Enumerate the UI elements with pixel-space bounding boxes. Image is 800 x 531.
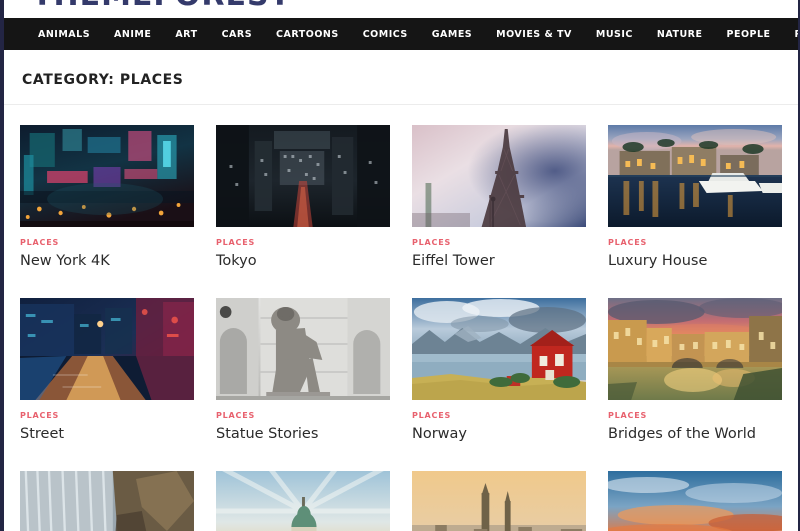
post-title[interactable]: Tokyo — [216, 252, 390, 270]
nav-item-people[interactable]: PEOPLE — [715, 20, 783, 49]
post-thumbnail-new-york-4k[interactable] — [20, 125, 194, 227]
post-title[interactable]: New York 4K — [20, 252, 194, 270]
post-grid: PLACES New York 4K PLACES Tokyo PLACES E… — [4, 105, 798, 531]
post-category[interactable]: PLACES — [608, 411, 782, 420]
post-thumbnail-norway[interactable] — [412, 298, 586, 401]
post-thumbnail-tokyo[interactable] — [216, 125, 390, 227]
post-thumbnail-cathedral-dome[interactable] — [216, 471, 390, 531]
post-card: PLACES Bridges of the World — [608, 298, 782, 443]
post-thumbnail-eiffel-tower[interactable] — [412, 125, 586, 227]
post-title[interactable]: Luxury House — [608, 252, 782, 270]
nav-item-comics[interactable]: COMICS — [351, 20, 420, 49]
post-thumbnail-orange-sunset[interactable]: .com — [608, 471, 782, 531]
post-card: PLACES Eiffel Tower — [412, 125, 586, 270]
post-title[interactable]: Street — [20, 425, 194, 443]
nav-item-cartoons[interactable]: CARTOONS — [264, 20, 351, 49]
nav-item-art[interactable]: ART — [163, 20, 209, 49]
nav-item-places[interactable]: PLACES — [783, 20, 798, 49]
post-card — [216, 471, 390, 531]
post-thumbnail-statue-stories[interactable] — [216, 298, 390, 401]
page-root: THEMEFOREST ANIMALS ANIME ART CARS CARTO… — [0, 0, 800, 531]
nav-item-anime[interactable]: ANIME — [102, 20, 163, 49]
post-title[interactable]: Eiffel Tower — [412, 252, 586, 270]
post-category[interactable]: PLACES — [412, 238, 586, 247]
category-header: CATEGORY: PLACES — [4, 50, 798, 105]
post-thumbnail-luxury-house[interactable] — [608, 125, 782, 227]
post-card: PLACES Street — [20, 298, 194, 443]
post-card: PLACES Norway — [412, 298, 586, 443]
post-category[interactable]: PLACES — [216, 411, 390, 420]
post-card — [412, 471, 586, 531]
nav-item-movies-tv[interactable]: MOVIES & TV — [484, 20, 584, 49]
site-logo[interactable]: THEMEFOREST — [32, 0, 291, 13]
site-logo-bar: THEMEFOREST — [4, 0, 798, 18]
post-card: PLACES Luxury House — [608, 125, 782, 270]
post-title[interactable]: Bridges of the World — [608, 425, 782, 443]
nav-item-music[interactable]: MUSIC — [584, 20, 645, 49]
post-card: PLACES Tokyo — [216, 125, 390, 270]
post-card: PLACES New York 4K — [20, 125, 194, 270]
post-category[interactable]: PLACES — [20, 411, 194, 420]
nav-item-nature[interactable]: NATURE — [645, 20, 715, 49]
post-category[interactable]: PLACES — [412, 411, 586, 420]
post-card: .com — [608, 471, 782, 531]
post-thumbnail-bridges-of-the-world[interactable] — [608, 298, 782, 401]
post-thumbnail-street[interactable] — [20, 298, 194, 401]
page-title: CATEGORY: PLACES — [22, 72, 184, 88]
nav-item-list: ANIMALS ANIME ART CARS CARTOONS COMICS G… — [26, 20, 798, 49]
nav-item-cars[interactable]: CARS — [210, 20, 264, 49]
post-title[interactable]: Norway — [412, 425, 586, 443]
nav-item-animals[interactable]: ANIMALS — [26, 20, 102, 49]
post-category[interactable]: PLACES — [20, 238, 194, 247]
main-navigation: ANIMALS ANIME ART CARS CARTOONS COMICS G… — [4, 18, 798, 50]
post-thumbnail-waterfall[interactable] — [20, 471, 194, 531]
post-card: PLACES Statue Stories — [216, 298, 390, 443]
nav-item-games[interactable]: GAMES — [420, 20, 484, 49]
post-title[interactable]: Statue Stories — [216, 425, 390, 443]
post-thumbnail-city-skyline[interactable] — [412, 471, 586, 531]
post-card — [20, 471, 194, 531]
post-category[interactable]: PLACES — [216, 238, 390, 247]
post-category[interactable]: PLACES — [608, 238, 782, 247]
